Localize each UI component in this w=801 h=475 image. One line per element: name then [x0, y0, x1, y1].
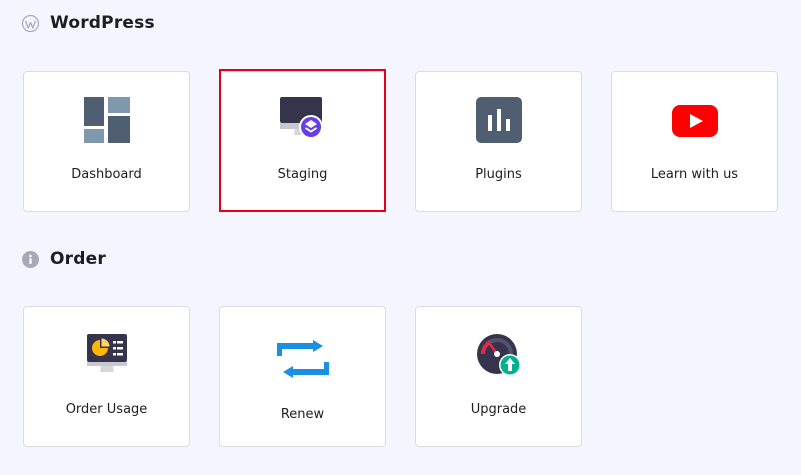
services-panel: WordPress Dashboard Staging Plugins Lear… [0, 0, 801, 475]
order-section-header: Order [22, 249, 106, 269]
plugins-bar-chart-icon [475, 97, 522, 147]
wordpress-icon [22, 14, 39, 32]
learn-with-us-label: Learn with us [650, 167, 739, 182]
upgrade-gauge-icon [476, 333, 522, 381]
dashboard-card[interactable]: Dashboard [23, 71, 190, 212]
wordpress-section-header: WordPress [22, 13, 155, 33]
info-icon [22, 250, 39, 268]
staging-card[interactable]: Staging [219, 71, 386, 212]
order-usage-card[interactable]: Order Usage [23, 306, 190, 447]
order-usage-monitor-icon [86, 334, 128, 378]
youtube-play-icon [671, 105, 718, 141]
order-usage-label: Order Usage [65, 402, 148, 417]
staging-monitor-icon [278, 97, 328, 145]
wordpress-section-title: WordPress [50, 13, 155, 33]
renew-card[interactable]: Renew [219, 306, 386, 447]
upgrade-label: Upgrade [470, 402, 527, 417]
renew-label: Renew [280, 407, 325, 422]
plugins-label: Plugins [475, 167, 522, 182]
renew-arrows-icon [275, 340, 330, 382]
learn-with-us-card[interactable]: Learn with us [611, 71, 778, 212]
plugins-card[interactable]: Plugins [415, 71, 582, 212]
staging-label: Staging [277, 167, 328, 182]
dashboard-label: Dashboard [71, 167, 142, 182]
order-section-title: Order [50, 249, 106, 269]
dashboard-grid-icon [83, 97, 130, 147]
upgrade-card[interactable]: Upgrade [415, 306, 582, 447]
